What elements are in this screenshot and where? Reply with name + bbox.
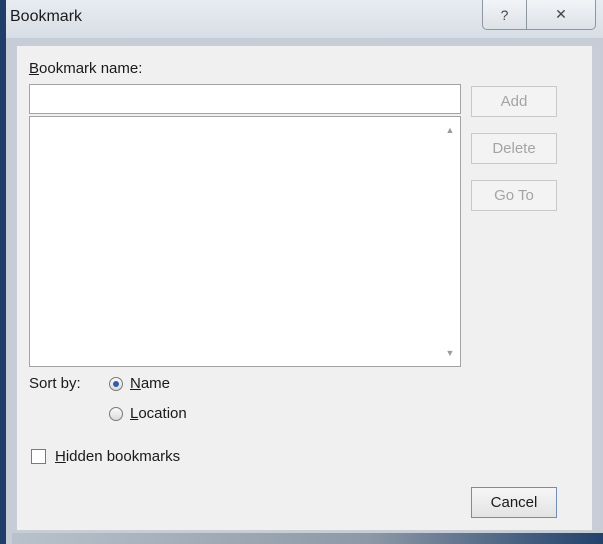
sort-name-accel: N	[130, 375, 141, 392]
bookmark-name-input[interactable]	[29, 84, 461, 114]
bookmark-list[interactable]: ▲ ▼	[29, 116, 461, 367]
scroll-down-icon[interactable]: ▼	[442, 346, 458, 360]
title-bar: Bookmark ? ✕	[6, 0, 603, 38]
sort-name-text: ame	[140, 375, 171, 392]
hidden-bookmarks-checkbox[interactable]	[31, 449, 46, 464]
bookmark-dialog: Bookmark ? ✕ Bookmark name: ▲ ▼ Add Dele…	[0, 0, 603, 544]
hidden-bookmarks-label[interactable]: Hidden bookmarks	[55, 448, 180, 465]
sort-location-radio[interactable]	[109, 407, 123, 421]
close-button[interactable]: ✕	[526, 0, 596, 30]
sort-location-label[interactable]: Location	[130, 405, 187, 422]
window-title: Bookmark	[10, 8, 83, 25]
scroll-up-icon[interactable]: ▲	[442, 123, 458, 137]
bookmark-name-label: Bookmark name:	[29, 60, 142, 77]
hidden-bookmarks-accel: H	[55, 448, 66, 465]
hidden-bookmarks-text: idden bookmarks	[65, 448, 181, 465]
bookmark-name-label-text: ookmark name:	[39, 60, 143, 77]
delete-button[interactable]: Delete	[471, 133, 557, 164]
help-icon: ?	[500, 6, 509, 23]
help-button[interactable]: ?	[482, 0, 527, 30]
sort-name-label[interactable]: Name	[130, 375, 170, 392]
close-icon: ✕	[555, 6, 567, 22]
desktop-background-strip	[12, 533, 603, 544]
sort-location-text: ocation	[138, 405, 187, 422]
cancel-button[interactable]: Cancel	[471, 487, 557, 518]
goto-button[interactable]: Go To	[471, 180, 557, 211]
sort-name-radio[interactable]	[109, 377, 123, 391]
bookmark-name-label-accel: B	[29, 60, 40, 77]
sort-by-label: Sort by:	[29, 375, 81, 392]
add-button[interactable]: Add	[471, 86, 557, 117]
dialog-client-area: Bookmark name: ▲ ▼ Add Delete Go To Sort…	[16, 45, 593, 531]
